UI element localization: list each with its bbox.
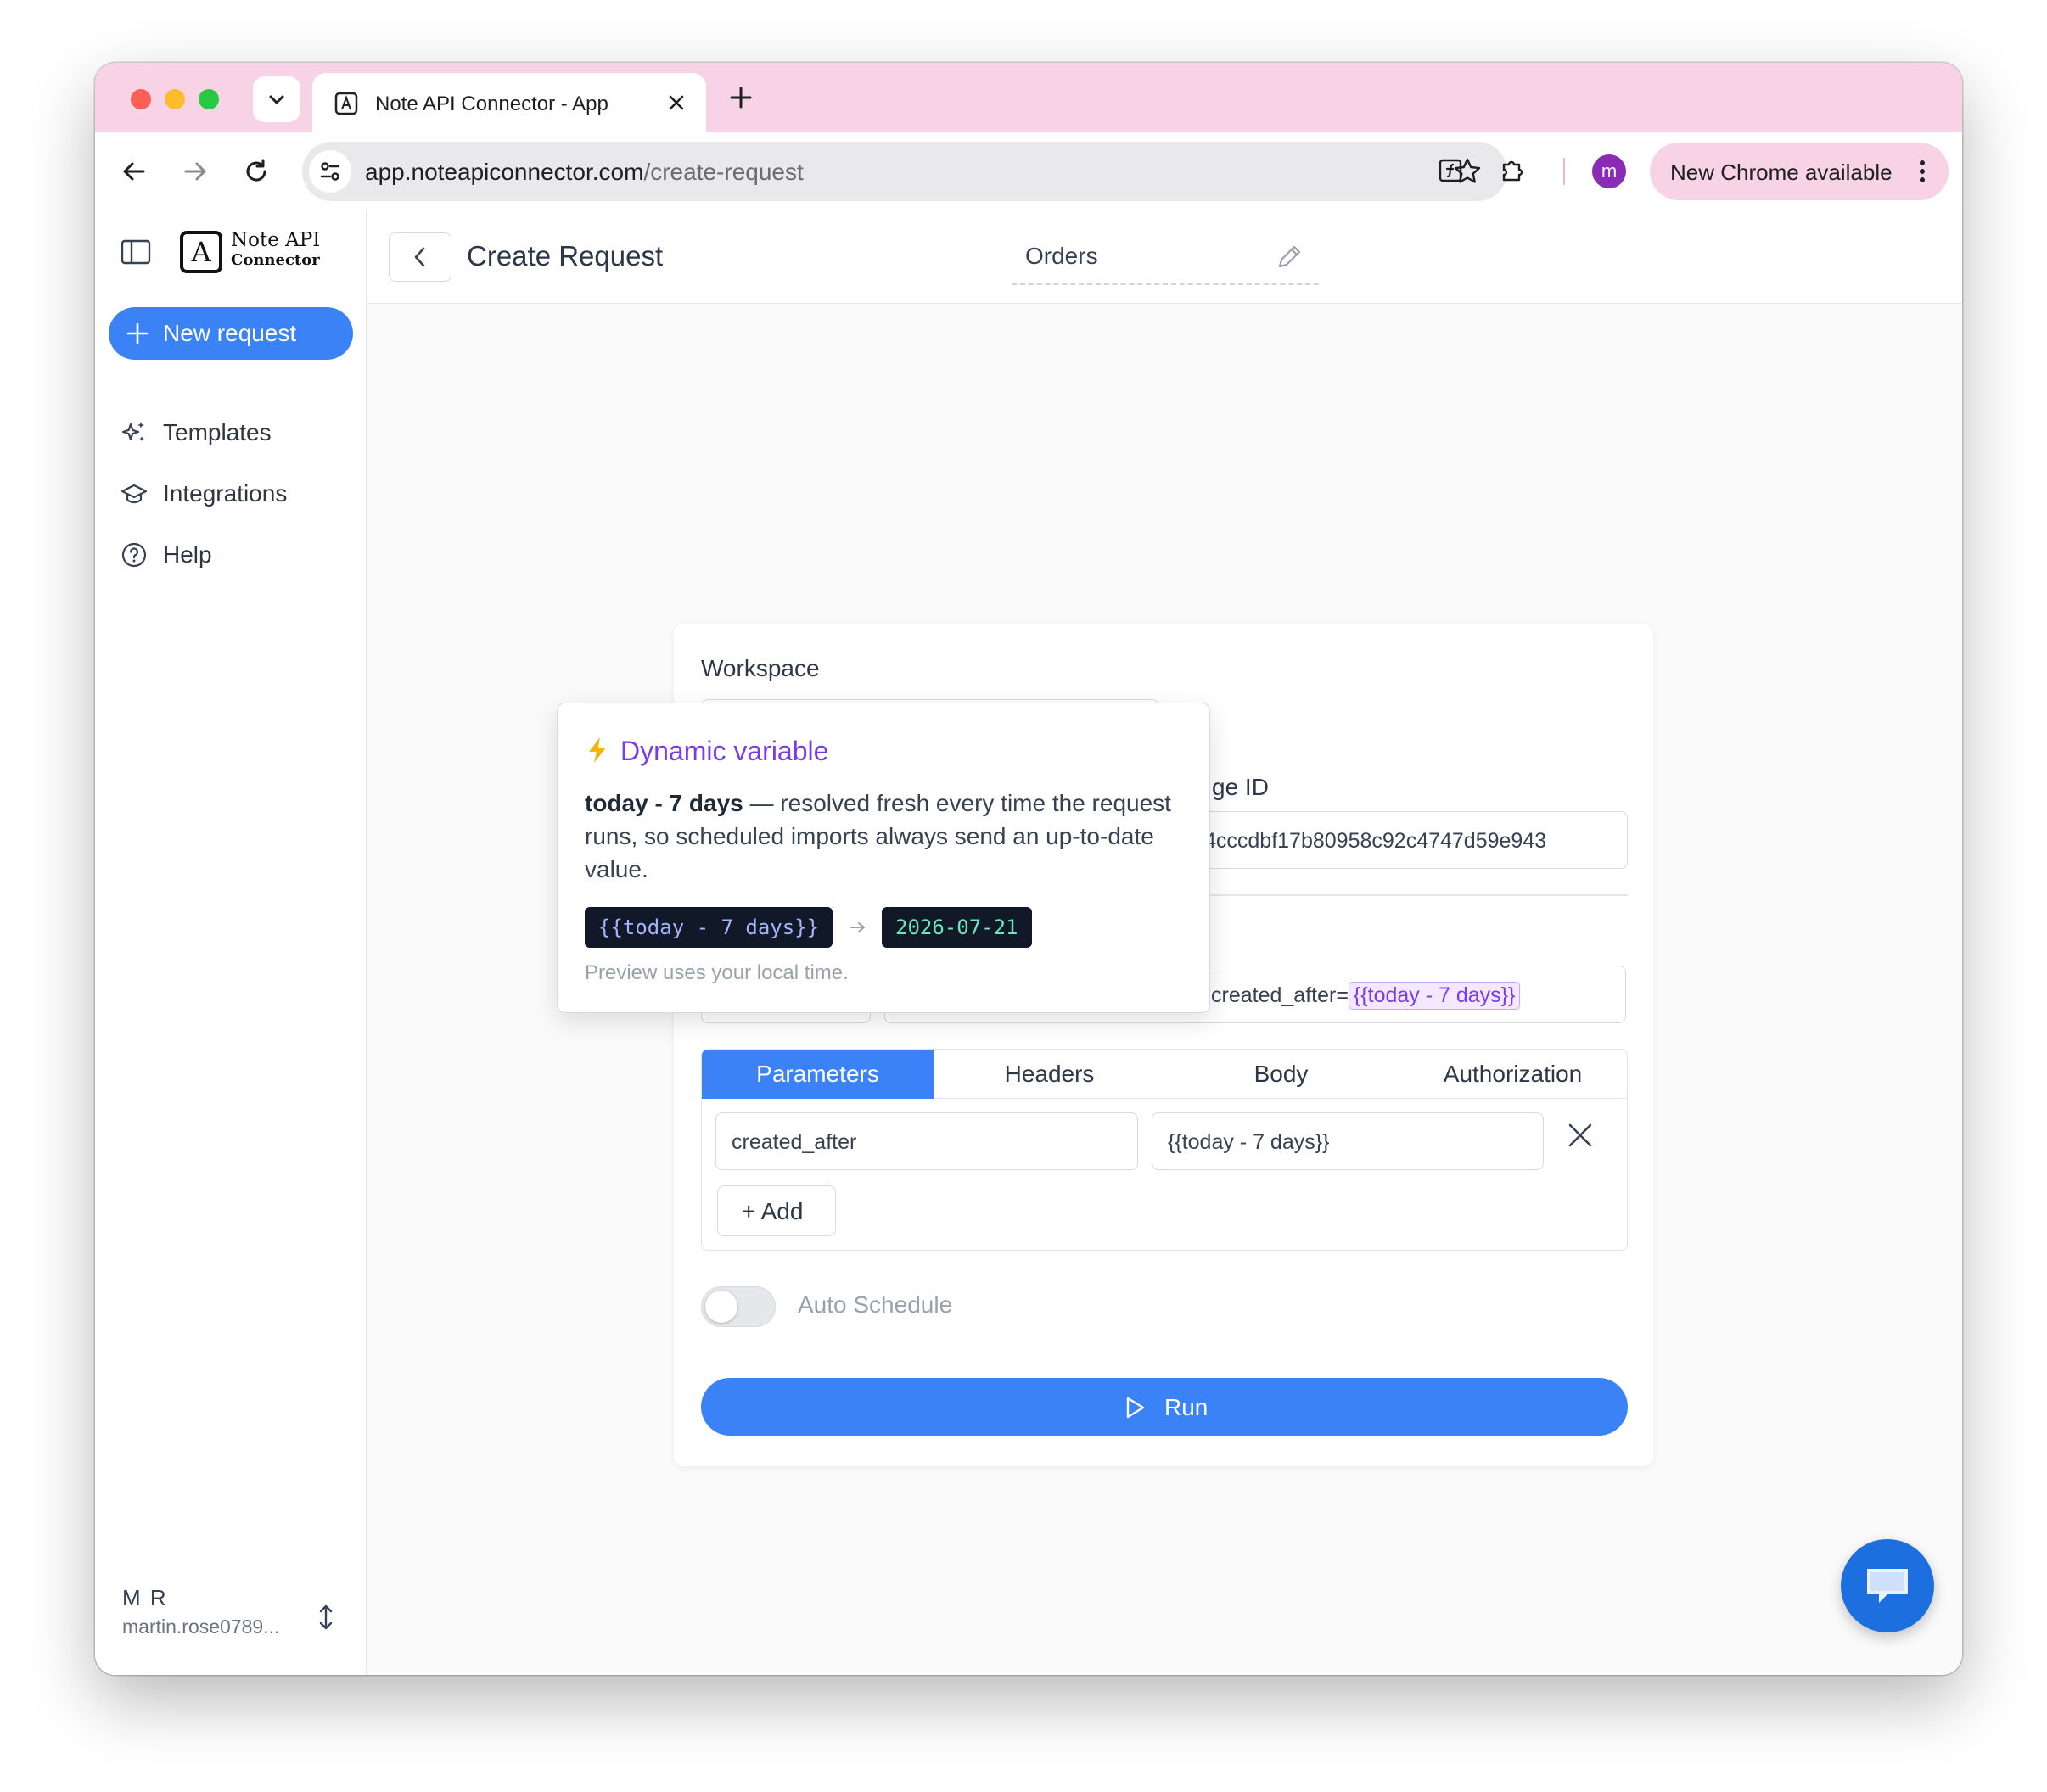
toggle-knob (705, 1291, 737, 1323)
help-circle-icon (121, 542, 147, 568)
tab-headers[interactable]: Headers (934, 1050, 1165, 1099)
user-initials: M R (122, 1585, 168, 1610)
sidebar-item-integrations[interactable]: Integrations (121, 473, 350, 511)
chrome-update-button[interactable]: New Chrome available (1650, 143, 1949, 200)
request-name-field[interactable]: Orders (1012, 231, 1319, 285)
sidebar-item-label: Templates (163, 419, 272, 445)
graduation-cap-icon (121, 484, 148, 504)
dynamic-variable-popover: Dynamic variable today - 7 days — resolv… (557, 703, 1210, 1013)
logo-mark: A (180, 231, 222, 273)
tab-parameters[interactable]: Parameters (702, 1050, 934, 1099)
pencil-icon[interactable] (1275, 243, 1304, 272)
sidebar-item-help[interactable]: Help (121, 535, 350, 572)
popover-title: Dynamic variable (620, 736, 829, 766)
new-request-button[interactable]: New request (109, 307, 353, 360)
more-vertical-icon (1920, 160, 1925, 182)
page-id-value: 4cccdbf17b80958c92c4747d59e943 (1204, 829, 1547, 853)
tab-body[interactable]: Body (1165, 1050, 1397, 1099)
url-query-prefix: created_after= (1211, 983, 1349, 1007)
new-tab-plus-icon[interactable] (728, 85, 754, 110)
extensions-puzzle-icon[interactable] (1499, 156, 1528, 185)
close-icon[interactable] (667, 93, 686, 112)
param-key-input[interactable]: created_after (715, 1112, 1138, 1170)
popover-description: today - 7 days — resolved fresh every ti… (585, 787, 1187, 886)
url-path: /create-request (643, 159, 804, 185)
popover-note: Preview uses your local time. (585, 961, 849, 984)
request-url-visible: created_after= {{today - 7 days}} (1211, 982, 1521, 1010)
app-root: A Note API Connector New request Templat… (95, 210, 1962, 1675)
variable-resolved-chip: 2026-07-21 (882, 907, 1032, 948)
sidebar-item-label: Integrations (163, 480, 288, 507)
formula-extension-icon[interactable] (1436, 156, 1465, 185)
app-favicon-icon (334, 92, 358, 115)
tune-icon (320, 162, 340, 181)
workspace-label: Workspace (701, 655, 820, 681)
user-email: martin.rose0789... (122, 1616, 280, 1638)
back-arrow-icon[interactable] (121, 158, 148, 185)
add-param-button[interactable]: + Add (717, 1185, 836, 1236)
plus-icon (126, 322, 149, 344)
window-close-button[interactable] (131, 89, 151, 109)
tab-search-button[interactable] (253, 76, 300, 122)
logo-text: Note API Connector (231, 229, 320, 270)
window-minimize-button[interactable] (165, 89, 185, 109)
tab-list: Parameters Headers Body Authorization (702, 1050, 1627, 1099)
browser-toolbar: app.noteapiconnector.com/create-request … (95, 132, 1962, 210)
auto-schedule-toggle[interactable] (701, 1286, 776, 1327)
arrow-right-icon (850, 922, 865, 932)
new-request-label: New request (163, 320, 297, 346)
sidebar-toggle-icon[interactable] (121, 239, 151, 265)
page-header: Create Request Orders (367, 210, 1962, 304)
browser-window: Note API Connector - App app.noteapiconn… (95, 63, 1962, 1675)
request-name: Orders (1025, 243, 1098, 269)
window-maximize-button[interactable] (199, 89, 219, 109)
param-key-value: created_after (732, 1130, 857, 1154)
back-button[interactable] (389, 232, 451, 282)
sidebar: A Note API Connector New request Templat… (95, 210, 367, 1675)
page-id-label: ge ID (1212, 774, 1269, 800)
variable-expression-chip: {{today - 7 days}} (585, 907, 833, 948)
url-host: app.noteapiconnector.com (365, 159, 644, 185)
chrome-update-label: New Chrome available (1670, 160, 1893, 185)
request-form-card: Workspace ge ID 4cccdbf17b80958c92c4747d… (557, 624, 1653, 1466)
sparkles-icon (121, 422, 144, 441)
logo-line1: Note API (231, 229, 321, 251)
remove-param-close-icon[interactable] (1566, 1121, 1595, 1150)
logo-line2: Connector (231, 251, 320, 269)
chat-bubble-icon (1867, 1569, 1908, 1603)
run-button[interactable]: Run (701, 1378, 1628, 1436)
site-info-button[interactable] (309, 150, 351, 193)
tab-authorization[interactable]: Authorization (1397, 1050, 1627, 1099)
param-value-value: {{today - 7 days}} (1168, 1130, 1330, 1154)
toolbar-separator (1563, 158, 1565, 185)
auto-schedule-label: Auto Schedule (798, 1291, 953, 1318)
sidebar-item-label: Help (163, 541, 212, 568)
reload-icon[interactable] (243, 158, 270, 185)
browser-tab-active[interactable]: Note API Connector - App (312, 73, 706, 132)
url-variable-chip[interactable]: {{today - 7 days}} (1348, 982, 1521, 1010)
chevron-up-down-icon[interactable] (317, 1604, 334, 1631)
lightning-bolt-icon (589, 737, 606, 763)
param-value-input[interactable]: {{today - 7 days}} (1152, 1112, 1544, 1170)
tab-title: Note API Connector - App (375, 92, 608, 115)
sidebar-item-templates[interactable]: Templates (121, 412, 350, 450)
forward-arrow-icon[interactable] (182, 158, 209, 185)
chevron-down-icon (269, 95, 284, 104)
popover-expression: today - 7 days (585, 790, 743, 816)
run-label: Run (1164, 1394, 1209, 1420)
chevron-left-icon (414, 247, 425, 267)
browser-tabstrip: Note API Connector - App (95, 63, 1962, 132)
profile-avatar[interactable]: m (1592, 154, 1626, 188)
address-bar[interactable]: app.noteapiconnector.com/create-request (302, 142, 1507, 201)
main-content: Workspace ge ID 4cccdbf17b80958c92c4747d… (367, 304, 1962, 1675)
play-icon (1126, 1397, 1145, 1419)
request-config-tabs: Parameters Headers Body Authorization cr… (701, 1049, 1628, 1251)
add-param-label: + Add (742, 1198, 804, 1224)
page-title: Create Request (467, 240, 664, 272)
page-id-input[interactable]: 4cccdbf17b80958c92c4747d59e943 (1169, 811, 1628, 869)
url-text: app.noteapiconnector.com/create-request (365, 159, 804, 186)
chat-support-button[interactable] (1841, 1539, 1934, 1632)
